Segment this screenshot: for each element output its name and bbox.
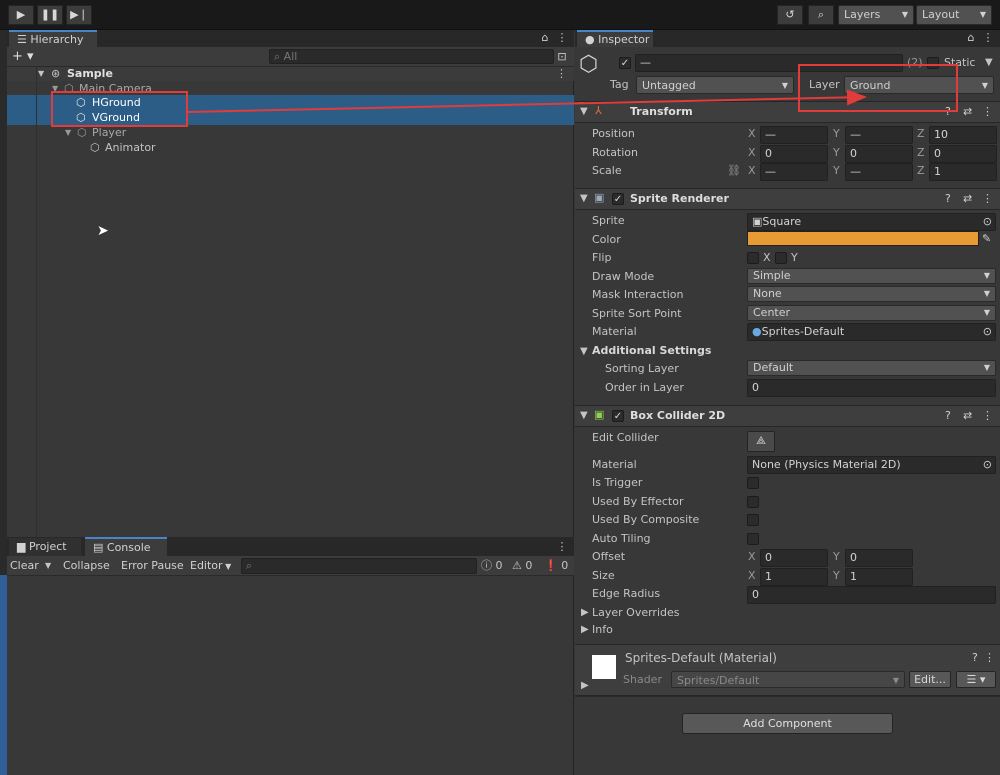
annotation-arrows: [187, 89, 867, 113]
arrow-line: [187, 89, 867, 113]
